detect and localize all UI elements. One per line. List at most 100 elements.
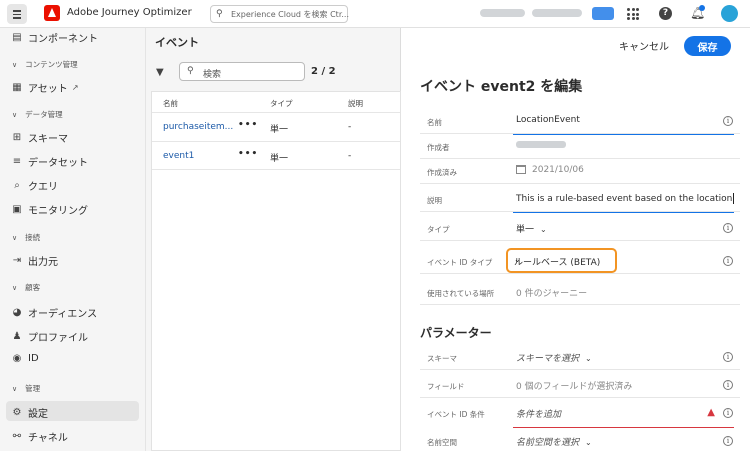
- table-row[interactable]: purchaseitem... ••• 単一 -: [152, 112, 400, 141]
- sidebar-item-label: アセット: [28, 84, 68, 95]
- search-icon: ⚲: [216, 9, 223, 19]
- more-actions-icon[interactable]: •••: [238, 149, 258, 159]
- info-icon[interactable]: i: [723, 380, 733, 390]
- event-name-link[interactable]: purchaseitem...: [163, 122, 233, 132]
- assets-icon: ▦: [12, 82, 22, 93]
- section-administration[interactable]: ∨ 管理: [12, 383, 40, 394]
- help-icon[interactable]: ?: [659, 7, 672, 20]
- sidebar-item-label: 出力元: [28, 257, 58, 268]
- description-text: This is a rule-based event based on the …: [516, 194, 733, 204]
- sidebar-item-sources[interactable]: ⇥ 出力元: [10, 253, 58, 268]
- top-bar: Adobe Journey Optimizer ⚲ Experience Clo…: [0, 0, 750, 28]
- section-label: データ管理: [25, 110, 63, 119]
- avatar[interactable]: [721, 5, 738, 22]
- save-button[interactable]: 保存: [684, 36, 731, 56]
- section-connections[interactable]: ∨ 接続: [12, 232, 40, 243]
- chevron-down-icon: ∨: [12, 110, 18, 119]
- monitoring-icon: ▣: [12, 204, 22, 215]
- global-search-input[interactable]: ⚲ Experience Cloud を検索 Ctr...: [210, 5, 349, 23]
- field-created-by: 作成者: [420, 135, 740, 159]
- sidebar-item-identities[interactable]: ◉ ID: [10, 353, 39, 364]
- field-label: 名前空間: [427, 438, 457, 447]
- field-type: タイプ 単一 ⌄ i: [420, 217, 740, 241]
- events-list-panel: イベント ▼ ⚲ 検索 2 / 2 名前 タイプ 説明 purchaseitem…: [146, 28, 401, 451]
- event-description: -: [348, 122, 352, 132]
- chevron-down-icon: ∨: [12, 283, 18, 292]
- description-input[interactable]: This is a rule-based event based on the …: [516, 193, 735, 204]
- menu-icon[interactable]: [7, 4, 27, 24]
- field-event-id-condition: イベント ID 条件 条件を追加 ▲ i: [420, 402, 740, 428]
- adobe-logo-icon: [44, 5, 60, 21]
- sidebar-item-channels[interactable]: ⚯ チャネル: [10, 429, 68, 444]
- settings-icon: ⚙: [12, 407, 22, 418]
- chevron-down-icon: ∨: [12, 60, 18, 69]
- input-underline: [513, 212, 734, 213]
- sidebar-item-audiences[interactable]: ◕ オーディエンス: [10, 305, 97, 320]
- info-icon[interactable]: i: [723, 352, 733, 362]
- environment-badge[interactable]: [592, 7, 614, 20]
- column-header-type[interactable]: タイプ: [270, 98, 293, 109]
- parameters-heading: パラメーター: [420, 326, 492, 340]
- sidebar-item-monitoring[interactable]: ▣ モニタリング: [10, 202, 88, 217]
- field-fields: フィールド 0 個のフィールドが選択済み i: [420, 374, 740, 398]
- namespace-select[interactable]: 名前空間を選択 ⌄: [516, 435, 592, 448]
- event-name-link[interactable]: event1: [163, 151, 194, 161]
- field-schema: スキーマ スキーマを選択 ⌄ i: [420, 346, 740, 370]
- schema-select-value: スキーマを選択: [516, 354, 580, 364]
- field-used-in: 使用されている場所 0 件のジャーニー: [420, 281, 740, 305]
- field-name: 名前 LocationEvent i: [420, 110, 740, 135]
- org-name-redacted: [480, 9, 525, 17]
- dataset-icon: ≡: [12, 156, 22, 167]
- sources-icon: ⇥: [12, 255, 22, 266]
- app-title: Adobe Journey Optimizer: [67, 7, 192, 18]
- app-switcher-icon[interactable]: [627, 8, 639, 20]
- chevron-down-icon: ⌄: [585, 354, 592, 363]
- fields-value[interactable]: 0 個のフィールドが選択済み: [516, 379, 632, 392]
- created-at-date: 2021/10/06: [532, 165, 584, 175]
- field-label: イベント ID 条件: [427, 410, 485, 419]
- sidebar-item-assets[interactable]: ▦ アセット ↗: [10, 80, 79, 95]
- sidebar-item-label: コンポーネント: [28, 34, 98, 45]
- name-input[interactable]: LocationEvent: [516, 115, 580, 125]
- info-icon[interactable]: i: [723, 256, 733, 266]
- section-label: 管理: [25, 384, 41, 393]
- section-content-management[interactable]: ∨ コンテンツ管理: [12, 59, 78, 70]
- section-customer[interactable]: ∨ 顧客: [12, 282, 40, 293]
- event-type: 単一: [270, 154, 289, 164]
- sidebar-item-schemas[interactable]: ⊞ スキーマ: [10, 130, 68, 145]
- column-header-description[interactable]: 説明: [348, 98, 363, 109]
- column-header-name[interactable]: 名前: [163, 98, 178, 109]
- sidebar-item-queries[interactable]: ⌕ クエリ: [10, 178, 58, 193]
- table-row[interactable]: event1 ••• 単一 -: [152, 141, 400, 170]
- event-id-type-select[interactable]: ルールベース (BETA) ⌄: [506, 248, 617, 273]
- field-label: イベント ID タイプ: [427, 258, 493, 267]
- sidebar-item-settings[interactable]: ⚙ 設定: [10, 405, 48, 420]
- info-icon[interactable]: i: [723, 436, 733, 446]
- chevron-down-icon: ⌄: [585, 438, 592, 447]
- warning-icon: ▲: [707, 407, 715, 418]
- event-id-condition-input[interactable]: 条件を追加: [516, 407, 561, 420]
- events-search-input[interactable]: ⚲ 検索: [179, 62, 305, 81]
- notification-badge: [699, 5, 705, 11]
- sandbox-name-redacted[interactable]: [532, 9, 582, 17]
- sidebar-item-datasets[interactable]: ≡ データセット: [10, 154, 88, 169]
- namespace-select-value: 名前空間を選択: [516, 438, 580, 448]
- field-label: 作成者: [427, 143, 450, 152]
- field-label: フィールド: [427, 382, 465, 391]
- info-icon[interactable]: i: [723, 223, 733, 233]
- section-data-management[interactable]: ∨ データ管理: [12, 109, 63, 120]
- filter-icon[interactable]: ▼: [156, 67, 164, 78]
- chevron-down-icon: ⌄: [514, 255, 521, 264]
- sidebar-item-components[interactable]: ▤ コンポーネント: [10, 30, 98, 45]
- info-icon[interactable]: i: [723, 116, 733, 126]
- schema-select[interactable]: スキーマを選択 ⌄: [516, 351, 592, 364]
- external-link-icon: ↗: [71, 83, 79, 92]
- sidebar-item-label: ID: [28, 353, 39, 364]
- input-underline-error: [513, 427, 734, 428]
- cancel-button[interactable]: キャンセル: [619, 38, 669, 53]
- sidebar-item-profiles[interactable]: ♟ プロファイル: [10, 329, 88, 344]
- more-actions-icon[interactable]: •••: [238, 120, 258, 130]
- type-select[interactable]: 単一 ⌄: [516, 222, 547, 235]
- event-description: -: [348, 151, 352, 161]
- info-icon[interactable]: i: [723, 408, 733, 418]
